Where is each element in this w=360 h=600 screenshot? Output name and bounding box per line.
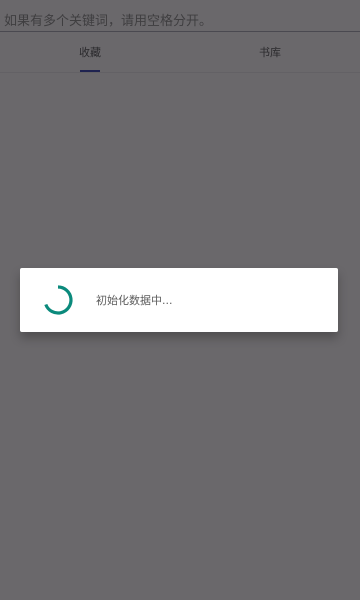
loading-message: 初始化数据中...: [96, 294, 173, 307]
loading-dialog: 初始化数据中...: [20, 268, 338, 332]
loading-spinner-icon: [42, 284, 74, 316]
